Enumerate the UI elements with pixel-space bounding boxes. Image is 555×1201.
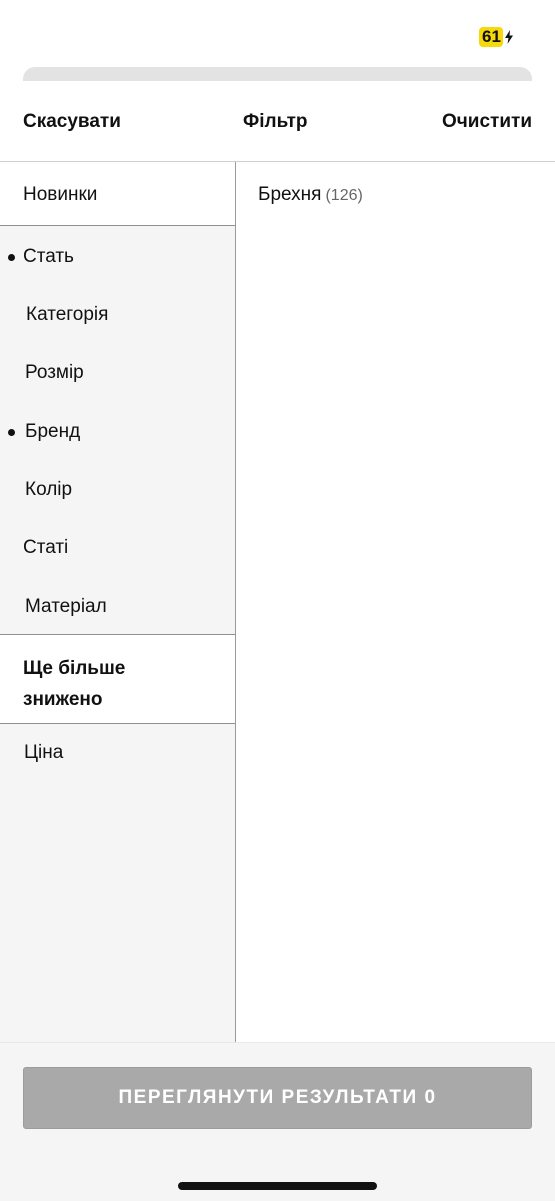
- view-results-button[interactable]: ПЕРЕГЛЯНУТИ РЕЗУЛЬТАТИ 0: [23, 1067, 532, 1129]
- filter-options-panel: Брехня (126): [236, 162, 555, 1042]
- footer: ПЕРЕГЛЯНУТИ РЕЗУЛЬТАТИ 0: [0, 1042, 555, 1201]
- sidebar-item-genders[interactable]: Статі: [0, 517, 235, 575]
- cancel-button[interactable]: Скасувати: [23, 111, 121, 133]
- sidebar-item-color[interactable]: Колір: [0, 459, 235, 517]
- sidebar-item-label: Матеріал: [25, 596, 107, 617]
- filter-header: Скасувати Фільтр Очистити: [0, 81, 555, 162]
- sidebar-item-gender[interactable]: Стать: [0, 226, 235, 284]
- filter-option-label: Брехня: [258, 184, 322, 205]
- sidebar-item-label: Ще більше знижено: [23, 658, 126, 710]
- status-bar: 61: [0, 0, 555, 60]
- sidebar-item-new-arrivals[interactable]: Новинки: [0, 162, 235, 226]
- sidebar-item-label: Бренд: [25, 421, 81, 442]
- sidebar-item-label: Категорія: [26, 304, 109, 325]
- sidebar-item-size[interactable]: Розмір: [0, 342, 235, 400]
- filter-option[interactable]: Брехня (126): [258, 184, 363, 206]
- page-title: Фільтр: [243, 111, 308, 132]
- sidebar-item-label: Статі: [23, 537, 69, 558]
- charging-bolt-icon: [504, 30, 513, 44]
- filter-option-count: (126): [325, 187, 363, 204]
- battery-indicator: 61: [479, 27, 514, 47]
- battery-level: 61: [479, 27, 503, 47]
- filter-categories-sidebar: Новинки Стать Категорія Розмір Бренд Кол…: [0, 162, 236, 1042]
- clear-button[interactable]: Очистити: [442, 111, 532, 133]
- home-indicator[interactable]: [178, 1182, 377, 1190]
- sidebar-item-label: Колір: [25, 479, 73, 500]
- selected-dot-icon: [8, 254, 15, 261]
- sidebar-item-label: Розмір: [25, 362, 84, 383]
- sidebar-item-label: Ціна: [24, 742, 64, 763]
- selected-dot-icon: [8, 429, 15, 436]
- sidebar-item-more-discounts[interactable]: Ще більше знижено: [0, 634, 235, 724]
- sidebar-item-category[interactable]: Категорія: [0, 284, 235, 342]
- sidebar-item-material[interactable]: Матеріал: [0, 576, 235, 634]
- sidebar-item-price[interactable]: Ціна: [0, 724, 235, 782]
- sidebar-item-label: Новинки: [23, 184, 98, 205]
- sidebar-item-brand[interactable]: Бренд: [0, 401, 235, 459]
- sidebar-item-label: Стать: [23, 246, 74, 267]
